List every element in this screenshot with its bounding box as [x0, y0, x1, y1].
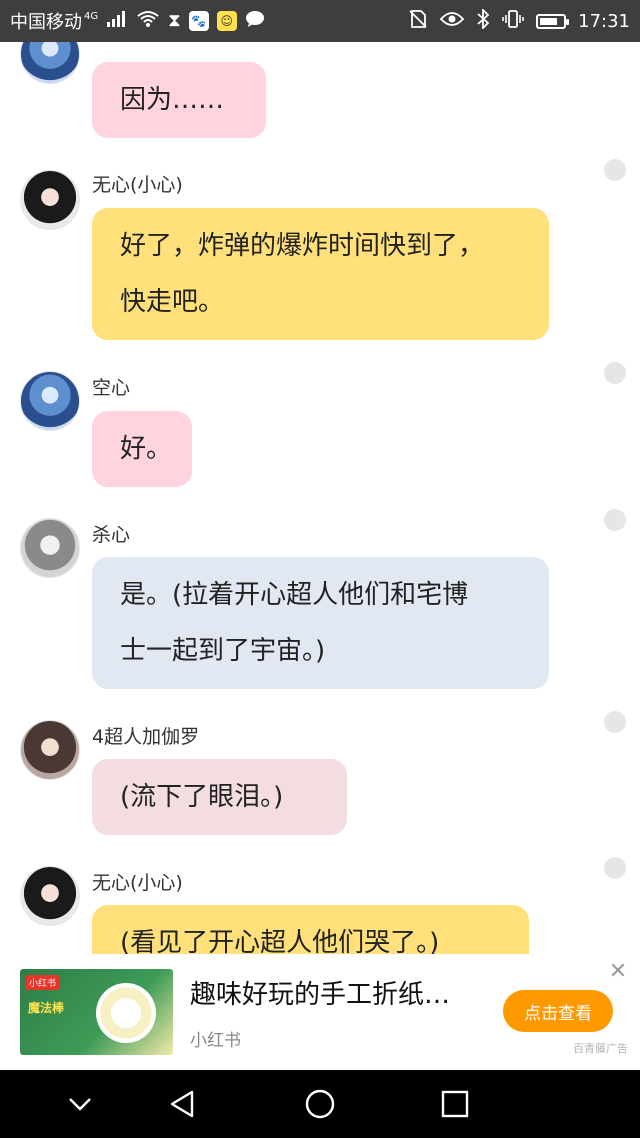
- battery-icon: [536, 13, 570, 29]
- avatar[interactable]: [20, 866, 80, 926]
- message-bubble[interactable]: 好。: [92, 411, 192, 487]
- avatar[interactable]: [20, 720, 80, 780]
- bluetooth-icon: [476, 7, 490, 33]
- close-ad-icon[interactable]: ✕: [608, 961, 628, 983]
- clock: 17:31: [578, 10, 630, 32]
- message-bubble[interactable]: 好了，炸弹的爆炸时间快到了， 快走吧。: [92, 208, 549, 340]
- message-text-line: (流下了眼泪。): [120, 782, 284, 812]
- hourglass-icon: ⧗: [168, 10, 181, 31]
- eye-icon: [439, 11, 465, 31]
- message-bubble[interactable]: 因为……: [92, 62, 266, 138]
- status-bar-right: 17:31: [408, 0, 630, 42]
- ad-title[interactable]: 趣味好玩的手工折纸…: [190, 974, 450, 1011]
- status-bar: 中国移动 4G ⧗ 🐾 ☺ 17:31: [0, 0, 640, 42]
- avatar[interactable]: [20, 170, 80, 230]
- message-text-line: (看见了开心超人他们哭了。): [120, 928, 440, 954]
- sender-name: 无心(小心): [92, 872, 183, 894]
- carrier-label: 中国移动: [10, 12, 82, 33]
- message-text-line: 好了，炸弹的爆炸时间快到了，: [120, 231, 485, 261]
- vibrate-icon: [502, 9, 524, 33]
- back-icon[interactable]: [152, 1070, 212, 1138]
- message-text-line: 好。: [120, 434, 173, 464]
- chat-area[interactable]: 因为…… 无心(小心) 好了，炸弹的爆炸时间快到了， 快走吧。 空心 好。 杀心…: [0, 42, 640, 954]
- ad-thumbnail-tag: 小红书: [26, 975, 60, 990]
- status-dot: [604, 362, 626, 384]
- collapse-icon[interactable]: [50, 1070, 110, 1138]
- qq-app-icon: ☺: [216, 11, 237, 31]
- status-dot: [604, 509, 626, 531]
- status-bar-left: 中国移动 4G ⧗ 🐾 ☺: [10, 0, 265, 42]
- ad-label: 百青藤广告: [573, 1042, 628, 1055]
- wifi-icon: [136, 10, 160, 32]
- status-dot: [604, 711, 626, 733]
- message-text-line: 因为……: [120, 85, 225, 115]
- status-dot: [604, 159, 626, 181]
- home-icon[interactable]: [290, 1070, 350, 1138]
- status-dot: [604, 857, 626, 879]
- sender-name: 无心(小心): [92, 174, 183, 196]
- ad-source: 小红书: [190, 1031, 241, 1051]
- ad-banner[interactable]: 小红书 魔法棒 趣味好玩的手工折纸… 小红书 点击查看 ✕ 百青藤广告: [0, 954, 640, 1070]
- message-bubble[interactable]: (流下了眼泪。): [92, 759, 347, 835]
- message-text-line: 快走吧。: [120, 287, 225, 317]
- no-sim-icon: [408, 9, 428, 33]
- paper-flower-icon: [96, 983, 156, 1043]
- navigation-bar: [0, 1070, 640, 1138]
- view-ad-button[interactable]: 点击查看: [503, 990, 613, 1032]
- message-text-line: 士一起到了宇宙。): [120, 636, 326, 666]
- sender-name: 空心: [92, 377, 131, 399]
- baidu-app-icon: 🐾: [188, 11, 209, 31]
- signal-icon: [106, 10, 128, 32]
- sender-name: 杀心: [92, 524, 131, 546]
- message-text-line: 是。(拉着开心超人他们和宅博: [120, 580, 469, 610]
- recents-icon[interactable]: [425, 1070, 485, 1138]
- avatar[interactable]: [20, 42, 80, 84]
- ad-thumbnail[interactable]: 小红书 魔法棒: [20, 969, 173, 1055]
- avatar[interactable]: [20, 371, 80, 431]
- ad-thumbnail-title: 魔法棒: [28, 1001, 65, 1015]
- message-bubble[interactable]: (看见了开心超人他们哭了。): [92, 905, 529, 954]
- avatar[interactable]: [20, 518, 80, 578]
- message-bubble-icon: [245, 10, 265, 32]
- sender-name: 4超人加伽罗: [92, 726, 200, 748]
- network-type: 4G: [84, 10, 99, 22]
- message-bubble[interactable]: 是。(拉着开心超人他们和宅博 士一起到了宇宙。): [92, 557, 549, 689]
